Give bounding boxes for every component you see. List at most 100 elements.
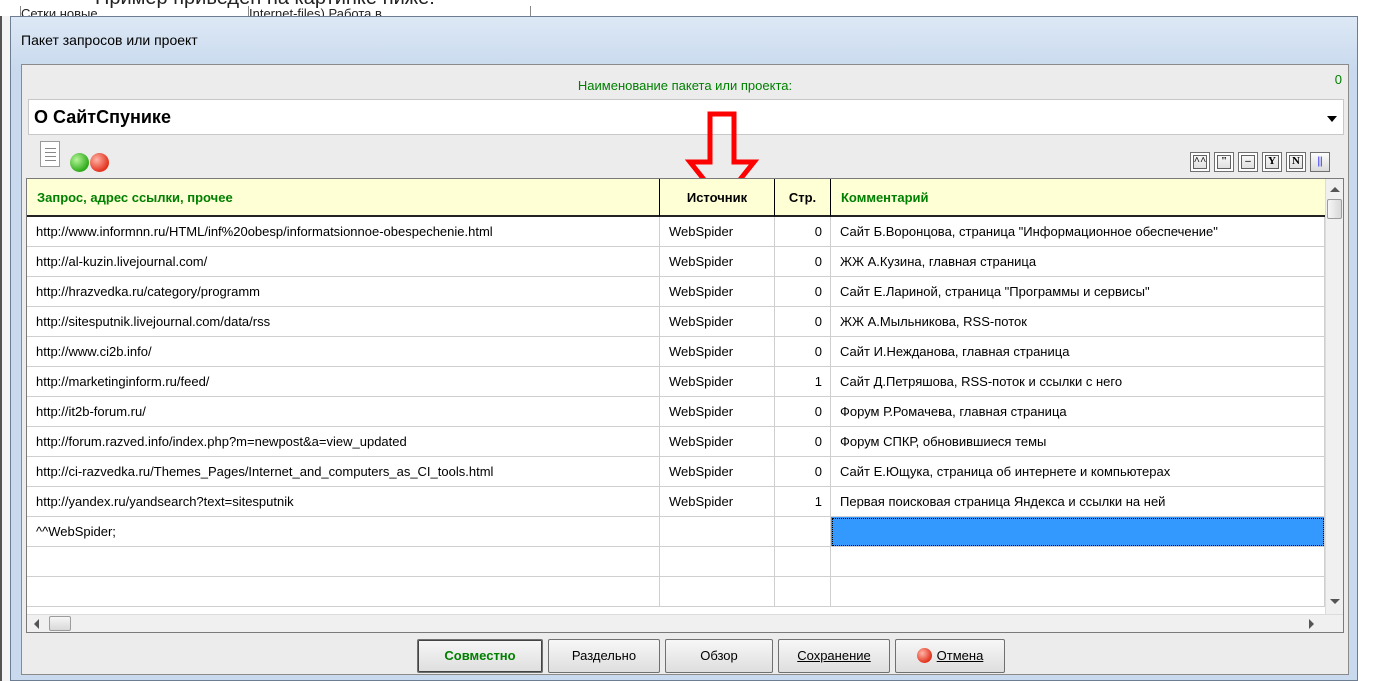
table-row[interactable]: http://al-kuzin.livejournal.com/WebSpide… xyxy=(27,247,1325,277)
cell-query[interactable]: ^^WebSpider; xyxy=(27,517,660,547)
cell-query[interactable]: http://hrazvedka.ru/category/programm xyxy=(27,277,660,307)
cell-source[interactable] xyxy=(660,577,775,607)
dialog-titlebar[interactable]: Пакет запросов или проект xyxy=(11,17,1357,65)
cell-comment[interactable]: Сайт Е.Лариной, страница "Программы и се… xyxy=(831,277,1325,307)
cell-page[interactable] xyxy=(775,577,831,607)
green-circle-icon[interactable] xyxy=(70,153,89,172)
document-icon[interactable] xyxy=(40,141,60,167)
cell-page[interactable]: 0 xyxy=(775,217,831,247)
dialog-button-bar: Совместно Раздельно Обзор Сохранение Отм… xyxy=(22,639,1348,675)
column-header-source[interactable]: Источник xyxy=(660,179,775,217)
cell-source[interactable]: WebSpider xyxy=(660,487,775,517)
caret-pair-icon[interactable]: ^^ xyxy=(1190,152,1210,172)
package-name-value: О СайтСпунике xyxy=(34,107,171,127)
cell-comment[interactable]: Сайт Е.Ющука, страница об интернете и ко… xyxy=(831,457,1325,487)
cell-page[interactable] xyxy=(775,547,831,577)
separate-button[interactable]: Раздельно xyxy=(548,639,660,673)
horizontal-scrollbar[interactable] xyxy=(27,614,1343,632)
table-row[interactable] xyxy=(27,577,1325,607)
cell-query[interactable]: http://www.informnn.ru/HTML/inf%20obesp/… xyxy=(27,217,660,247)
cell-query[interactable] xyxy=(27,577,660,607)
cell-query[interactable]: http://marketinginform.ru/feed/ xyxy=(27,367,660,397)
cell-source[interactable] xyxy=(660,517,775,547)
cell-query[interactable]: http://sitesputnik.livejournal.com/data/… xyxy=(27,307,660,337)
scroll-down-icon[interactable] xyxy=(1330,599,1340,604)
table-row[interactable] xyxy=(27,547,1325,577)
cell-query[interactable]: http://it2b-forum.ru/ xyxy=(27,397,660,427)
table-row[interactable]: ^^WebSpider; xyxy=(27,517,1325,547)
browse-button[interactable]: Обзор xyxy=(665,639,773,673)
cell-query[interactable]: http://al-kuzin.livejournal.com/ xyxy=(27,247,660,277)
table-row[interactable]: http://marketinginform.ru/feed/WebSpider… xyxy=(27,367,1325,397)
cell-page[interactable]: 0 xyxy=(775,307,831,337)
cell-page[interactable]: 0 xyxy=(775,427,831,457)
dash-icon[interactable]: – xyxy=(1238,152,1258,172)
column-header-comment[interactable]: Комментарий xyxy=(831,179,1325,217)
cell-page[interactable]: 0 xyxy=(775,277,831,307)
cell-page[interactable]: 1 xyxy=(775,487,831,517)
cell-source[interactable]: WebSpider xyxy=(660,427,775,457)
cell-page[interactable] xyxy=(775,517,831,547)
cell-query[interactable] xyxy=(27,547,660,577)
cell-page[interactable]: 0 xyxy=(775,457,831,487)
cell-page[interactable]: 1 xyxy=(775,367,831,397)
cell-query[interactable]: http://forum.razved.info/index.php?m=new… xyxy=(27,427,660,457)
cell-comment[interactable]: ЖЖ А.Кузина, главная страница xyxy=(831,247,1325,277)
table-row[interactable]: http://www.ci2b.info/WebSpider 0 Сайт И.Не… xyxy=(27,337,1325,367)
cell-query[interactable]: http://www.ci2b.info/ xyxy=(27,337,660,367)
double-bar-icon[interactable]: || xyxy=(1310,152,1330,172)
cell-query[interactable]: http://yandex.ru/yandsearch?text=sitespu… xyxy=(27,487,660,517)
y-icon[interactable]: Y xyxy=(1262,152,1282,172)
queries-table[interactable]: Запрос, адрес ссылки, прочее Источник Ст… xyxy=(26,178,1344,633)
cell-source[interactable]: WebSpider xyxy=(660,397,775,427)
table-row[interactable]: http://sitesputnik.livejournal.com/data/… xyxy=(27,307,1325,337)
column-header-query[interactable]: Запрос, адрес ссылки, прочее xyxy=(27,179,660,217)
cell-comment[interactable]: ЖЖ А.Мыльникова, RSS-поток xyxy=(831,307,1325,337)
save-button-label: Сохранение xyxy=(797,648,871,663)
cell-comment[interactable]: Сайт Д.Петряшова, RSS-поток и ссылки с н… xyxy=(831,367,1325,397)
cell-comment[interactable]: Форум СПКР, обновившиеся темы xyxy=(831,427,1325,457)
cell-comment[interactable] xyxy=(831,577,1325,607)
background-fragment: Internet-files) Работа в ... xyxy=(248,6,530,16)
column-header-page[interactable]: Стр. xyxy=(775,179,831,217)
table-row[interactable]: http://yandex.ru/yandsearch?text=sitespu… xyxy=(27,487,1325,517)
cell-comment[interactable] xyxy=(831,517,1325,547)
scroll-right-icon[interactable] xyxy=(1309,619,1314,629)
cell-source[interactable]: WebSpider xyxy=(660,247,775,277)
together-button[interactable]: Совместно xyxy=(417,639,543,673)
cell-comment[interactable]: Первая поисковая страница Яндекса и ссыл… xyxy=(831,487,1325,517)
background-fragment: ... xyxy=(530,6,610,16)
red-circle-icon[interactable] xyxy=(90,153,109,172)
red-circle-icon xyxy=(916,648,932,663)
quote-icon[interactable]: " xyxy=(1214,152,1234,172)
cell-page[interactable]: 0 xyxy=(775,397,831,427)
horizontal-scroll-thumb[interactable] xyxy=(49,616,71,631)
table-row[interactable]: http://hrazvedka.ru/category/programm Web… xyxy=(27,277,1325,307)
cell-comment[interactable]: Сайт И.Нежданова, главная страница xyxy=(831,337,1325,367)
cell-page[interactable]: 0 xyxy=(775,247,831,277)
cell-page[interactable]: 0 xyxy=(775,337,831,367)
scroll-left-icon[interactable] xyxy=(34,619,39,629)
cancel-button[interactable]: Отмена xyxy=(895,639,1005,673)
vertical-scrollbar[interactable] xyxy=(1325,179,1343,614)
cell-source[interactable] xyxy=(660,547,775,577)
cell-source[interactable]: WebSpider xyxy=(660,307,775,337)
cell-source[interactable]: WebSpider xyxy=(660,457,775,487)
table-row[interactable]: http://www.informnn.ru/HTML/inf%20obesp/… xyxy=(27,217,1325,247)
cell-comment[interactable]: Форум Р.Ромачева, главная страница xyxy=(831,397,1325,427)
cell-source[interactable]: WebSpider xyxy=(660,217,775,247)
n-icon[interactable]: N xyxy=(1286,152,1306,172)
save-button[interactable]: Сохранение xyxy=(778,639,890,673)
chevron-down-icon[interactable] xyxy=(1327,116,1337,122)
cell-source[interactable]: WebSpider xyxy=(660,367,775,397)
cell-query[interactable]: http://ci-razvedka.ru/Themes_Pages/Inter… xyxy=(27,457,660,487)
scroll-up-icon[interactable] xyxy=(1330,187,1340,192)
table-row[interactable]: http://ci-razvedka.ru/Themes_Pages/Inter… xyxy=(27,457,1325,487)
cell-comment[interactable]: Сайт Б.Воронцова, страница "Информационн… xyxy=(831,217,1325,247)
cell-source[interactable]: WebSpider xyxy=(660,337,775,367)
vertical-scroll-thumb[interactable] xyxy=(1327,199,1342,219)
cell-comment[interactable] xyxy=(831,547,1325,577)
table-row[interactable]: http://forum.razved.info/index.php?m=new… xyxy=(27,427,1325,457)
cell-source[interactable]: WebSpider xyxy=(660,277,775,307)
table-row[interactable]: http://it2b-forum.ru/WebSpider 0 Форум Р.Р… xyxy=(27,397,1325,427)
